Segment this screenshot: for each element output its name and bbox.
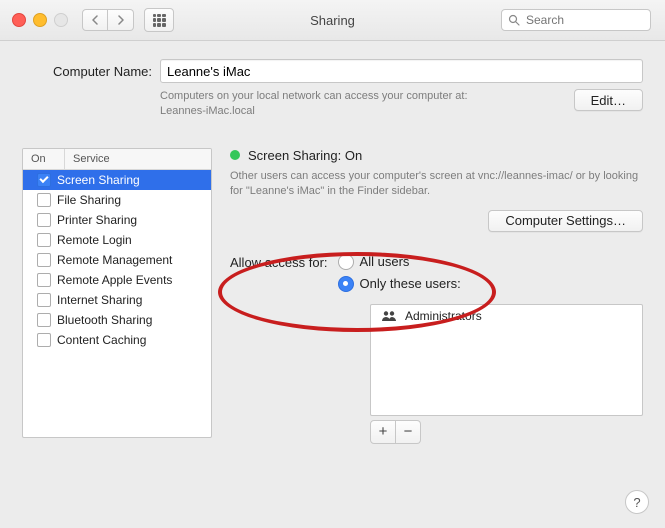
service-checkbox[interactable] — [37, 273, 51, 287]
service-checkbox[interactable] — [37, 333, 51, 347]
service-label: Content Caching — [57, 333, 146, 347]
zoom-icon[interactable] — [54, 13, 68, 27]
service-row[interactable]: Bluetooth Sharing — [23, 310, 211, 330]
computer-name-label: Computer Name: — [22, 64, 152, 79]
nav-buttons — [82, 9, 134, 31]
remove-user-button[interactable]: − — [396, 420, 421, 444]
service-checkbox[interactable] — [37, 233, 51, 247]
status-text: Screen Sharing: On — [248, 148, 362, 163]
status-description: Other users can access your computer's s… — [230, 169, 643, 200]
header-service: Service — [65, 149, 118, 169]
window-title: Sharing — [310, 13, 355, 28]
allowed-users-list[interactable]: Administrators — [370, 304, 643, 416]
service-label: Remote Login — [57, 233, 132, 247]
chevron-right-icon — [117, 15, 125, 25]
edit-button[interactable]: Edit… — [574, 89, 643, 111]
service-row[interactable]: File Sharing — [23, 190, 211, 210]
user-name: Administrators — [405, 309, 482, 323]
radio-icon — [338, 276, 354, 292]
grid-icon — [153, 14, 166, 27]
service-label: File Sharing — [57, 193, 121, 207]
service-label: Screen Sharing — [57, 173, 140, 187]
service-checkbox[interactable] — [37, 313, 51, 327]
service-label: Remote Apple Events — [57, 273, 172, 287]
radio-all-users[interactable]: All users — [338, 254, 461, 270]
add-user-button[interactable]: + — [370, 420, 396, 444]
service-row[interactable]: Printer Sharing — [23, 210, 211, 230]
help-button[interactable]: ? — [625, 490, 649, 514]
minimize-icon[interactable] — [33, 13, 47, 27]
back-button[interactable] — [82, 9, 108, 31]
close-icon[interactable] — [12, 13, 26, 27]
allow-access-label: Allow access for: — [230, 254, 328, 270]
user-row[interactable]: Administrators — [371, 305, 642, 327]
window-controls — [12, 13, 68, 27]
search-input[interactable] — [524, 12, 665, 28]
services-table: On Service Screen Sharing File Sharing Pri… — [22, 148, 212, 438]
service-row[interactable]: Content Caching — [23, 330, 211, 350]
service-checkbox[interactable] — [37, 293, 51, 307]
computer-name-hint: Computers on your local network can acce… — [160, 89, 574, 120]
header-on: On — [23, 149, 65, 169]
service-label: Printer Sharing — [57, 213, 137, 227]
service-row[interactable]: Remote Management — [23, 250, 211, 270]
services-header: On Service — [23, 149, 211, 170]
forward-button[interactable] — [108, 9, 134, 31]
service-row[interactable]: Internet Sharing — [23, 290, 211, 310]
radio-only-label: Only these users: — [360, 276, 461, 291]
service-row[interactable]: Screen Sharing — [23, 170, 211, 190]
service-checkbox[interactable] — [37, 173, 51, 187]
service-row[interactable]: Remote Login — [23, 230, 211, 250]
computer-name-input[interactable] — [160, 59, 643, 83]
users-icon — [381, 310, 397, 322]
search-icon — [508, 14, 520, 26]
service-row[interactable]: Remote Apple Events — [23, 270, 211, 290]
service-checkbox[interactable] — [37, 213, 51, 227]
radio-only-these-users[interactable]: Only these users: — [338, 276, 461, 292]
service-label: Internet Sharing — [57, 293, 142, 307]
computer-settings-button[interactable]: Computer Settings… — [488, 210, 643, 232]
titlebar: Sharing — [0, 0, 665, 41]
show-all-button[interactable] — [144, 8, 174, 32]
service-label: Remote Management — [57, 253, 172, 267]
radio-icon — [338, 254, 354, 270]
search-field[interactable] — [501, 9, 651, 31]
service-checkbox[interactable] — [37, 193, 51, 207]
chevron-left-icon — [91, 15, 99, 25]
service-checkbox[interactable] — [37, 253, 51, 267]
service-label: Bluetooth Sharing — [57, 313, 152, 327]
status-dot-icon — [230, 150, 240, 160]
radio-all-label: All users — [360, 254, 410, 269]
